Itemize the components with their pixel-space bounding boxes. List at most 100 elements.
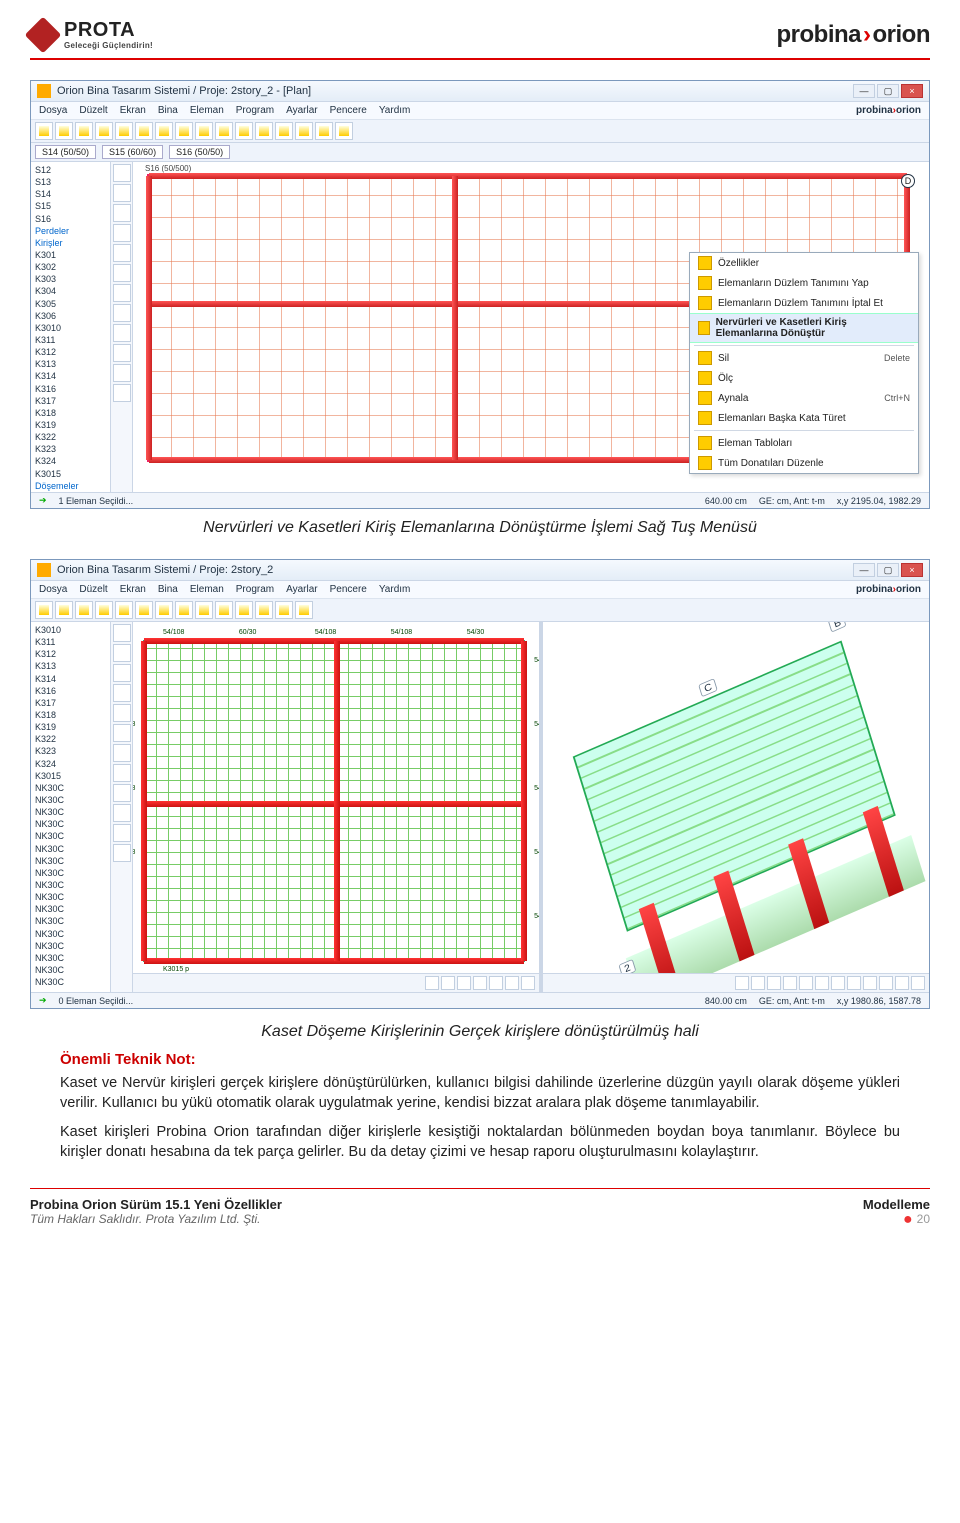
vtool-btn[interactable] xyxy=(113,284,131,302)
vtool-btn[interactable] xyxy=(113,164,131,182)
tree-item[interactable]: NK30C xyxy=(35,940,106,952)
menu-eleman[interactable]: Eleman xyxy=(190,584,224,595)
toolbar-btn[interactable] xyxy=(235,601,253,619)
tree-item[interactable]: NK30C xyxy=(35,891,106,903)
vtool-btn[interactable] xyxy=(113,644,131,662)
mini-btn[interactable] xyxy=(895,976,909,990)
vtool-btn[interactable] xyxy=(113,624,131,642)
toolbar-btn[interactable] xyxy=(215,122,233,140)
tree-item[interactable]: K322 xyxy=(35,431,106,443)
ctx-aynala[interactable]: AynalaCtrl+N xyxy=(690,388,918,408)
tree-item[interactable]: K303 xyxy=(35,273,106,285)
menu-ekran[interactable]: Ekran xyxy=(120,105,146,116)
tree-item[interactable]: K3010 xyxy=(35,322,106,334)
tree-item[interactable]: NK30C xyxy=(35,806,106,818)
mini-btn[interactable] xyxy=(863,976,877,990)
vtool-btn[interactable] xyxy=(113,264,131,282)
tree-item[interactable]: K3015 xyxy=(35,468,106,480)
toolbar-btn[interactable] xyxy=(115,122,133,140)
minimize-button[interactable]: — xyxy=(853,563,875,577)
model-tree[interactable]: S12 S13 S14 S15 S16 Perdeler Kirişler K3… xyxy=(31,162,111,492)
tree-item[interactable]: K323 xyxy=(35,443,106,455)
vtool-btn[interactable] xyxy=(113,224,131,242)
tree-item[interactable]: S12 xyxy=(35,164,106,176)
toolbar-btn[interactable] xyxy=(95,601,113,619)
ctx-nervur-donustur[interactable]: Nervürleri ve Kasetleri Kiriş Elemanları… xyxy=(690,313,918,343)
mini-btn[interactable] xyxy=(521,976,535,990)
tree-item[interactable]: S15 xyxy=(35,200,106,212)
tree-item[interactable]: K323 xyxy=(35,745,106,757)
tree-item[interactable]: NK30C xyxy=(35,867,106,879)
toolbar-btn[interactable] xyxy=(235,122,253,140)
toolbar-btn[interactable] xyxy=(175,122,193,140)
tree-item[interactable]: NK30C xyxy=(35,794,106,806)
toolbar-btn[interactable] xyxy=(215,601,233,619)
tree-item[interactable]: NK30C xyxy=(35,928,106,940)
menu-pencere[interactable]: Pencere xyxy=(330,105,367,116)
tree-item[interactable]: K312 xyxy=(35,346,106,358)
vtool-btn[interactable] xyxy=(113,844,131,862)
plan-canvas-2d[interactable]: 54/108 60/30 54/108 54/108 54/30 54/30 5… xyxy=(133,622,543,992)
vtool-btn[interactable] xyxy=(113,664,131,682)
menu-dosya[interactable]: Dosya xyxy=(39,584,67,595)
tree-item[interactable]: NK30C xyxy=(35,964,106,976)
tree-item[interactable]: K316 xyxy=(35,383,106,395)
tree-item[interactable]: K311 xyxy=(35,636,106,648)
vtool-btn[interactable] xyxy=(113,344,131,362)
vtool-btn[interactable] xyxy=(113,744,131,762)
mini-btn[interactable] xyxy=(767,976,781,990)
toolbar-btn[interactable] xyxy=(195,122,213,140)
model-tree[interactable]: K3010 K311 K312 K313 K314 K316 K317 K318… xyxy=(31,622,111,992)
ctx-duzlem-tanimi-yap[interactable]: Elemanların Düzlem Tanımını Yap xyxy=(690,273,918,293)
toolbar-btn[interactable] xyxy=(135,601,153,619)
mini-btn[interactable] xyxy=(751,976,765,990)
tree-item[interactable]: K314 xyxy=(35,673,106,685)
tree-item[interactable]: NK30C xyxy=(35,903,106,915)
tree-item[interactable]: K3015 xyxy=(35,770,106,782)
menu-eleman[interactable]: Eleman xyxy=(190,105,224,116)
tree-group-dosemeler[interactable]: Döşemeler xyxy=(35,480,106,492)
toolbar-btn[interactable] xyxy=(35,122,53,140)
mini-btn[interactable] xyxy=(489,976,503,990)
tree-item[interactable]: NK30C xyxy=(35,976,106,988)
toolbar-btn[interactable] xyxy=(55,122,73,140)
menu-yardim[interactable]: Yardım xyxy=(379,584,411,595)
toolbar-btn[interactable] xyxy=(155,122,173,140)
mini-btn[interactable] xyxy=(847,976,861,990)
plan-canvas[interactable]: S16 (50/500) D Özellikler Elemanların Dü… xyxy=(133,162,929,492)
tree-group-perdeler[interactable]: Perdeler xyxy=(35,225,106,237)
tree-item[interactable]: K319 xyxy=(35,419,106,431)
ctx-duzlem-tanimi-iptal[interactable]: Elemanların Düzlem Tanımını İptal Et xyxy=(690,293,918,313)
toolbar-btn[interactable] xyxy=(155,601,173,619)
ctx-donati-duzenle[interactable]: Tüm Donatıları Düzenle xyxy=(690,453,918,473)
menu-pencere[interactable]: Pencere xyxy=(330,584,367,595)
tree-item[interactable]: K313 xyxy=(35,358,106,370)
menu-bina[interactable]: Bina xyxy=(158,105,178,116)
close-button[interactable]: × xyxy=(901,84,923,98)
3d-canvas[interactable]: B C 2 xyxy=(543,622,929,992)
tree-item[interactable]: K306 xyxy=(35,310,106,322)
vtool-btn[interactable] xyxy=(113,724,131,742)
toolbar-btn[interactable] xyxy=(195,601,213,619)
tree-item[interactable]: K318 xyxy=(35,407,106,419)
ctx-eleman-tablolari[interactable]: Eleman Tabloları xyxy=(690,433,918,453)
menu-ayarlar[interactable]: Ayarlar xyxy=(286,105,318,116)
mini-btn[interactable] xyxy=(735,976,749,990)
tree-item[interactable]: K311 xyxy=(35,334,106,346)
tree-item[interactable]: NK30C xyxy=(35,818,106,830)
toolbar-btn[interactable] xyxy=(295,601,313,619)
toolbar-btn[interactable] xyxy=(175,601,193,619)
ctx-sil[interactable]: SilDelete xyxy=(690,348,918,368)
ctx-ozellikler[interactable]: Özellikler xyxy=(690,253,918,273)
tree-item[interactable]: K322 xyxy=(35,733,106,745)
tree-item[interactable]: K324 xyxy=(35,758,106,770)
maximize-button[interactable]: ▢ xyxy=(877,563,899,577)
tree-item[interactable]: K313 xyxy=(35,660,106,672)
tree-item[interactable]: NK30C xyxy=(35,952,106,964)
tree-item[interactable]: NK30C xyxy=(35,830,106,842)
mini-btn[interactable] xyxy=(831,976,845,990)
vtool-btn[interactable] xyxy=(113,784,131,802)
mini-btn[interactable] xyxy=(911,976,925,990)
menu-ekran[interactable]: Ekran xyxy=(120,584,146,595)
tree-item[interactable]: S16 xyxy=(35,213,106,225)
